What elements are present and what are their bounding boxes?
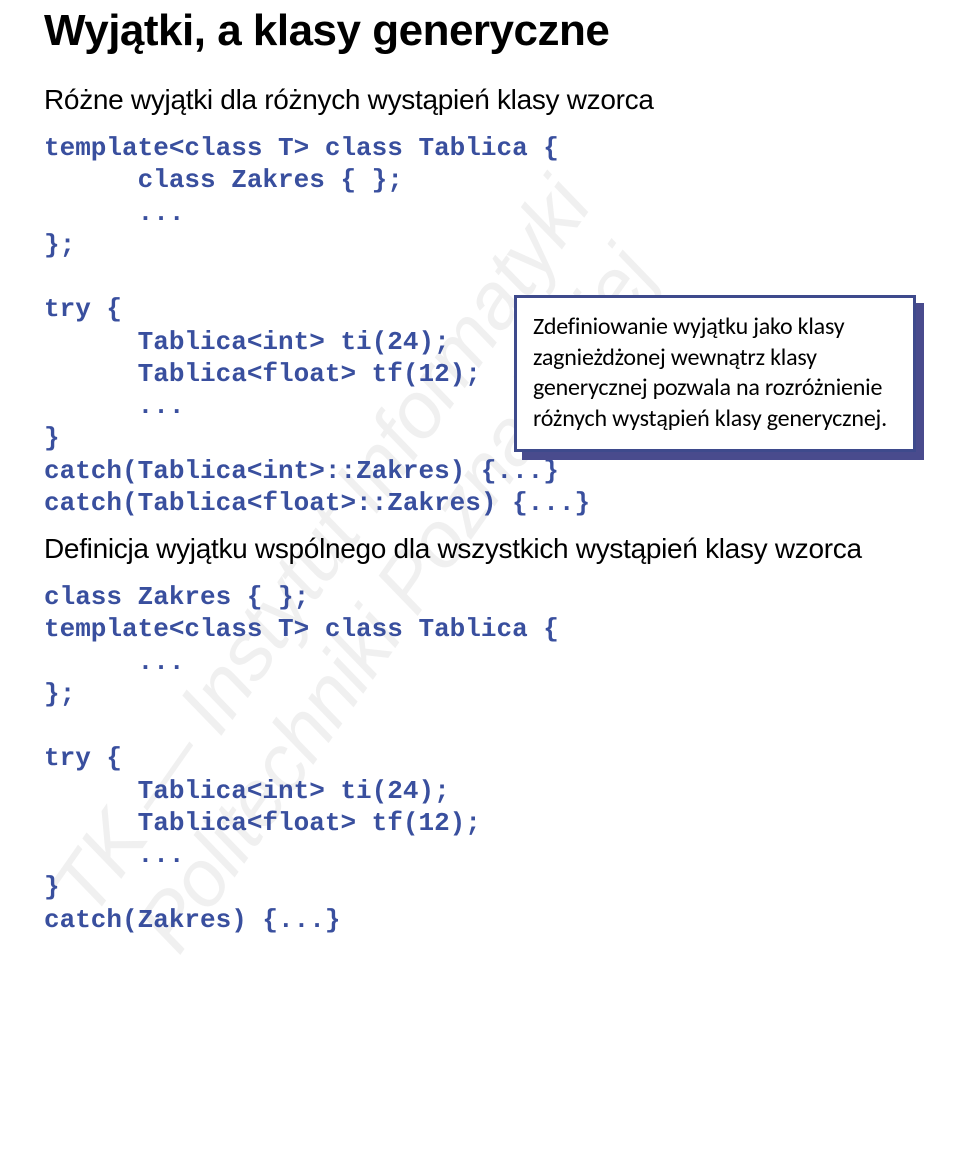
intro-paragraph-2: Definicja wyjątku wspólnego dla wszystki… bbox=[44, 533, 916, 565]
intro-paragraph-1: Różne wyjątki dla różnych wystąpień klas… bbox=[44, 84, 916, 116]
page-title: Wyjątki, a klasy generyczne bbox=[44, 0, 916, 56]
callout-box: Zdefiniowanie wyjątku jako klasy zagnież… bbox=[514, 295, 916, 452]
callout-text: Zdefiniowanie wyjątku jako klasy zagnież… bbox=[533, 312, 887, 433]
code-block-2: class Zakres { }; template<class T> clas… bbox=[44, 581, 916, 936]
page-content: Wyjątki, a klasy generyczne Różne wyjątk… bbox=[0, 0, 960, 936]
